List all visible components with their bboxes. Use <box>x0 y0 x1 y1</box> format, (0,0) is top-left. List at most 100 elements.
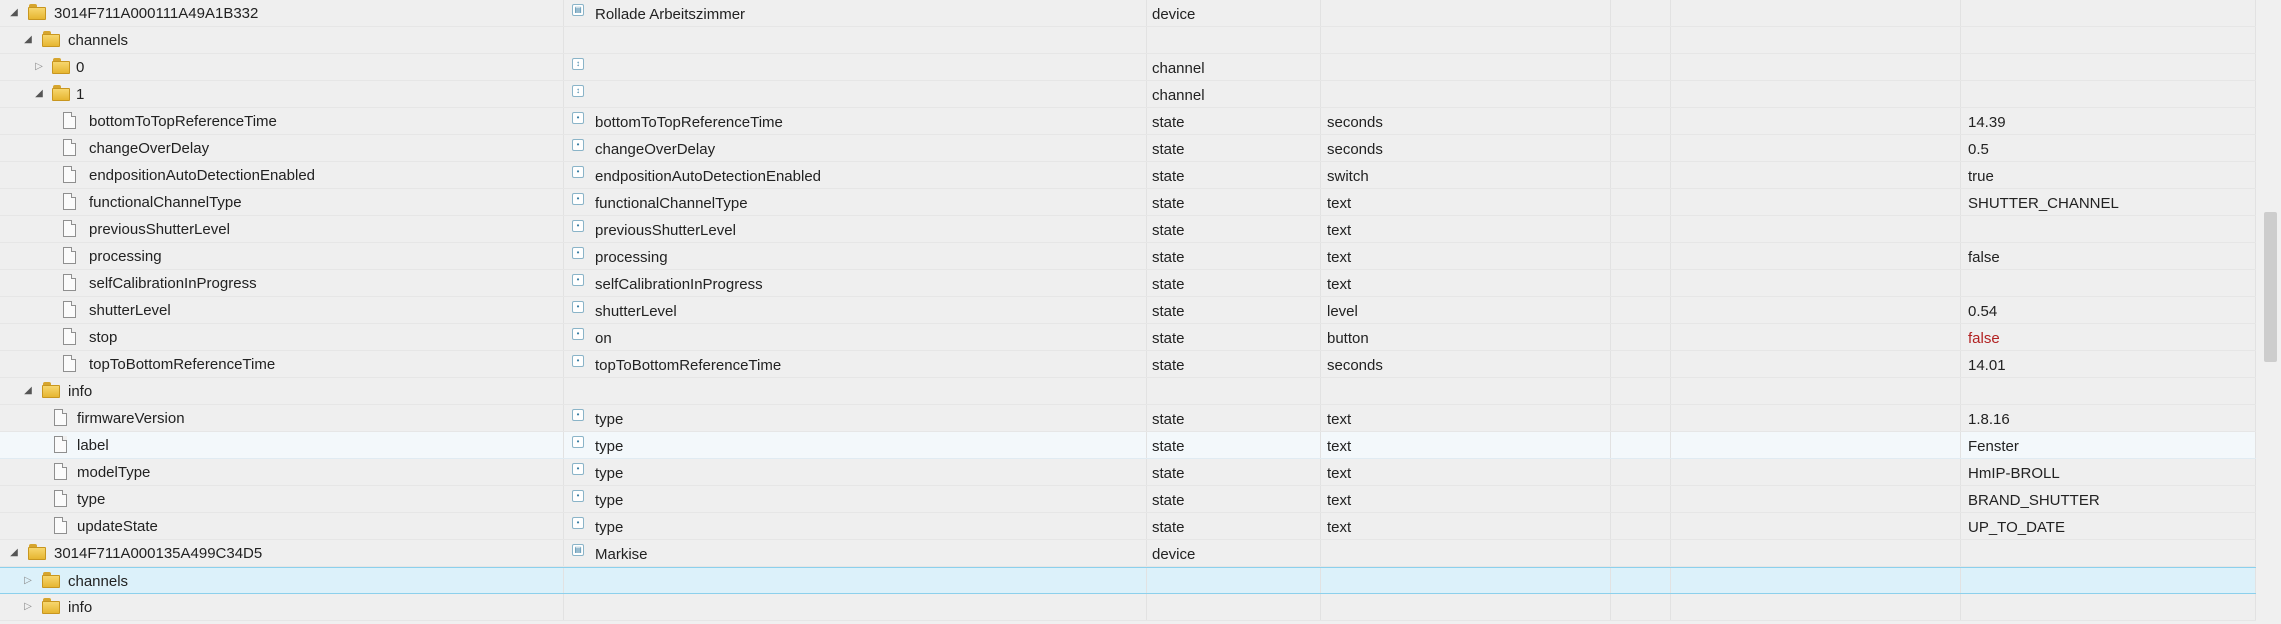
name-cell: ▤ Markise <box>564 540 1147 566</box>
tree-folder-row[interactable]: ◢ 3014F711A000111A49A1B332 ▤ Rollade Arbeit… <box>0 0 2256 27</box>
tree-state-row[interactable]: changeOverDelay • changeOverDelay state seco… <box>0 135 2256 162</box>
tree-state-row[interactable]: processing • processing state text false <box>0 243 2256 270</box>
display-name: type <box>595 410 624 428</box>
name-cell: • type <box>564 405 1147 431</box>
vertical-scrollbar[interactable] <box>2262 0 2280 624</box>
tree-state-row[interactable]: previousShutterLevel • previousShutterLeve… <box>0 216 2256 243</box>
channel-icon: ↕ <box>572 85 584 97</box>
file-icon <box>63 328 76 345</box>
room-cell <box>1611 568 1671 593</box>
value-cell[interactable] <box>1961 0 2256 26</box>
kind-cell: state <box>1147 459 1321 485</box>
scrollbar-thumb[interactable] <box>2264 212 2277 362</box>
tree-state-row[interactable]: selfCalibrationInProgress • selfCalibratio… <box>0 270 2256 297</box>
function-cell <box>1671 135 1961 161</box>
tree-state-row[interactable]: bottomToTopReferenceTime • bottomToTopRefe… <box>0 108 2256 135</box>
tree-folder-row[interactable]: ▷ info <box>0 594 2256 621</box>
role-cell: text <box>1321 459 1611 485</box>
tree-state-row[interactable]: firmwareVersion • type state text 1.8.16 <box>0 405 2256 432</box>
collapsed-triangle-icon[interactable]: ▷ <box>33 61 45 73</box>
id-cell: firmwareVersion <box>0 405 564 431</box>
tree-folder-row[interactable]: ▷ 0 ↕ channel <box>0 54 2256 81</box>
value-cell[interactable]: true <box>1961 162 2256 188</box>
collapsed-triangle-icon[interactable]: ▷ <box>22 601 34 613</box>
name-cell <box>564 27 1147 53</box>
kind-cell: state <box>1147 324 1321 350</box>
kind-cell: state <box>1147 270 1321 296</box>
expanded-triangle-icon[interactable]: ◢ <box>8 7 20 19</box>
function-cell <box>1671 297 1961 323</box>
tree-state-row[interactable]: stop • on state button false <box>0 324 2256 351</box>
value-cell[interactable] <box>1961 81 2256 107</box>
display-name: on <box>595 329 612 347</box>
expanded-triangle-icon[interactable]: ◢ <box>33 88 45 100</box>
room-cell <box>1611 351 1671 377</box>
value-cell[interactable]: false <box>1961 243 2256 269</box>
function-cell <box>1671 27 1961 53</box>
tree-item-label: 1 <box>76 86 85 103</box>
name-cell: • type <box>564 513 1147 539</box>
value-cell[interactable] <box>1961 540 2256 566</box>
kind-cell <box>1147 568 1321 593</box>
tree-folder-row[interactable]: ◢ info <box>0 378 2256 405</box>
value-cell[interactable]: 0.54 <box>1961 297 2256 323</box>
value-cell[interactable]: 1.8.16 <box>1961 405 2256 431</box>
function-cell <box>1671 162 1961 188</box>
state-icon: • <box>572 490 584 502</box>
value-cell[interactable]: Fenster <box>1961 432 2256 458</box>
tree-state-row[interactable]: endpositionAutoDetectionEnabled • endposit… <box>0 162 2256 189</box>
value-cell[interactable]: SHUTTER_CHANNEL <box>1961 189 2256 215</box>
expanded-triangle-icon[interactable]: ◢ <box>22 385 34 397</box>
name-cell: • on <box>564 324 1147 350</box>
value-cell[interactable] <box>1961 27 2256 53</box>
function-cell <box>1671 351 1961 377</box>
display-name: endpositionAutoDetectionEnabled <box>595 167 822 185</box>
value-cell[interactable] <box>1961 378 2256 404</box>
role-cell: text <box>1321 432 1611 458</box>
id-cell: ◢ 3014F711A000111A49A1B332 <box>0 0 564 26</box>
collapsed-triangle-icon[interactable]: ▷ <box>22 575 34 587</box>
file-icon <box>63 301 76 318</box>
state-icon: • <box>572 409 584 421</box>
value-cell[interactable] <box>1961 54 2256 80</box>
tree-state-row[interactable]: label • type state text Fenster <box>0 432 2256 459</box>
tree-folder-row[interactable]: ◢ 3014F711A000135A499C34D5 ▤ Markise device <box>0 540 2256 567</box>
expanded-triangle-icon[interactable]: ◢ <box>22 34 34 46</box>
value-cell[interactable] <box>1961 594 2256 620</box>
kind-cell <box>1147 27 1321 53</box>
value-cell[interactable] <box>1961 270 2256 296</box>
name-cell <box>564 594 1147 620</box>
room-cell <box>1611 162 1671 188</box>
id-cell: ◢ 3014F711A000135A499C34D5 <box>0 540 564 566</box>
value-cell[interactable]: false <box>1961 324 2256 350</box>
display-name: Rollade Arbeitszimmer <box>595 5 746 23</box>
role-cell: text <box>1321 513 1611 539</box>
kind-cell: state <box>1147 162 1321 188</box>
display-name: shutterLevel <box>595 302 677 320</box>
tree-state-row[interactable]: modelType • type state text HmIP-BROLL <box>0 459 2256 486</box>
kind-cell: state <box>1147 135 1321 161</box>
tree-state-row[interactable]: type • type state text BRAND_SHUTTER <box>0 486 2256 513</box>
folder-icon <box>28 4 46 20</box>
tree-state-row[interactable]: shutterLevel • shutterLevel state level 0.54 <box>0 297 2256 324</box>
name-cell: • processing <box>564 243 1147 269</box>
value-cell[interactable]: 14.01 <box>1961 351 2256 377</box>
tree-folder-row[interactable]: ◢ channels <box>0 27 2256 54</box>
tree-folder-row[interactable]: ▷ channels <box>0 567 2256 594</box>
folder-icon <box>42 31 60 47</box>
value-cell[interactable]: HmIP-BROLL <box>1961 459 2256 485</box>
value-cell[interactable] <box>1961 568 2256 593</box>
tree-item-label: info <box>68 599 93 616</box>
tree-state-row[interactable]: topToBottomReferenceTime • topToBottomRefe… <box>0 351 2256 378</box>
value-cell[interactable] <box>1961 216 2256 242</box>
value-cell[interactable]: 14.39 <box>1961 108 2256 134</box>
tree-state-row[interactable]: functionalChannelType • functionalChannelT… <box>0 189 2256 216</box>
expanded-triangle-icon[interactable]: ◢ <box>8 547 20 559</box>
tree-state-row[interactable]: updateState • type state text UP_TO_DATE <box>0 513 2256 540</box>
value-cell[interactable]: UP_TO_DATE <box>1961 513 2256 539</box>
tree-folder-row[interactable]: ◢ 1 ↕ channel <box>0 81 2256 108</box>
value-cell[interactable]: 0.5 <box>1961 135 2256 161</box>
value-cell[interactable]: BRAND_SHUTTER <box>1961 486 2256 512</box>
room-cell <box>1611 108 1671 134</box>
room-cell <box>1611 540 1671 566</box>
